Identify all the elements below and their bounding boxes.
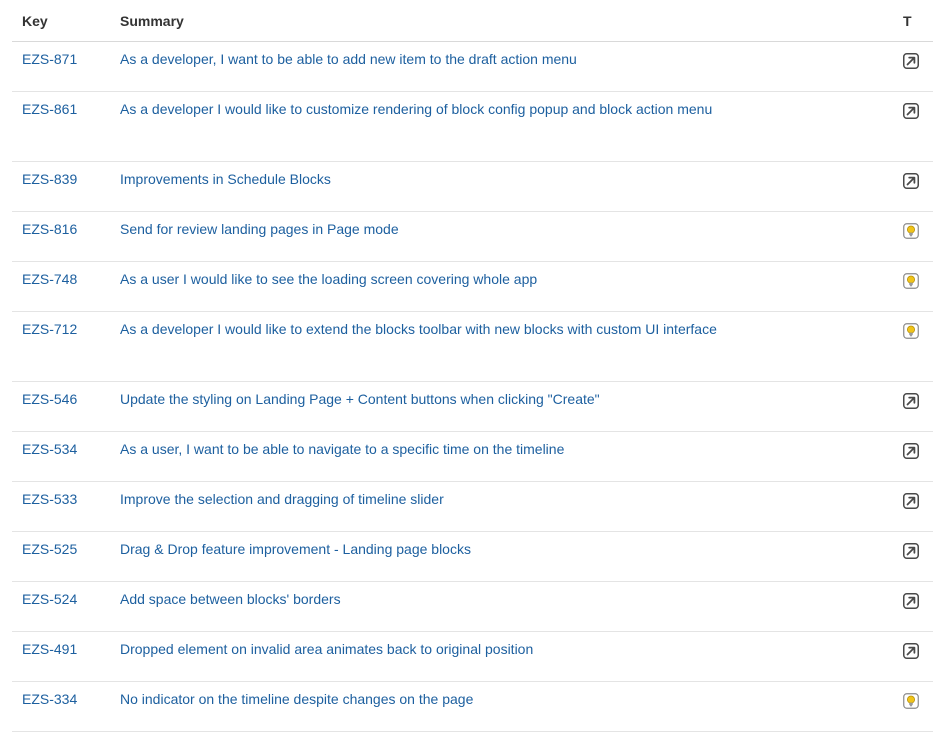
table-row: EZS-524 Add space between blocks' border…: [12, 581, 933, 632]
issue-key-cell: EZS-871: [12, 41, 110, 92]
table-header-row: Key Summary T: [12, 0, 933, 42]
issue-summary-link[interactable]: Add space between blocks' borders: [120, 591, 341, 607]
table-row: EZS-712 As a developer I would like to e…: [12, 311, 933, 382]
issue-summary-link[interactable]: As a developer I would like to customize…: [120, 101, 712, 117]
issue-key-cell: EZS-712: [12, 311, 110, 382]
idea-icon: [903, 323, 919, 339]
idea-icon: [903, 273, 919, 289]
issue-key-link[interactable]: EZS-839: [22, 171, 77, 187]
issue-key-link[interactable]: EZS-816: [22, 221, 77, 237]
issues-table: Key Summary T EZS-871 As a developer, I …: [12, 0, 933, 732]
issue-key-link[interactable]: EZS-524: [22, 591, 77, 607]
issues-table-body: EZS-871 As a developer, I want to be abl…: [12, 41, 933, 732]
issue-summary-cell: As a developer I would like to extend th…: [110, 311, 903, 382]
issue-key-link[interactable]: EZS-533: [22, 491, 77, 507]
issue-type-cell: [903, 631, 933, 682]
table-row: EZS-534 As a user, I want to be able to …: [12, 431, 933, 482]
table-row: EZS-748 As a user I would like to see th…: [12, 261, 933, 312]
table-row: EZS-839 Improvements in Schedule Blocks: [12, 161, 933, 212]
issue-summary-cell: As a developer, I want to be able to add…: [110, 41, 903, 92]
issue-key-cell: EZS-534: [12, 431, 110, 482]
issue-type-cell: [903, 431, 933, 482]
issue-key-cell: EZS-525: [12, 531, 110, 582]
issue-type-cell: [903, 581, 933, 632]
issue-type-cell: [903, 91, 933, 162]
issue-summary-cell: Dropped element on invalid area animates…: [110, 631, 903, 682]
issue-type-cell: [903, 211, 933, 262]
table-row: EZS-546 Update the styling on Landing Pa…: [12, 381, 933, 432]
column-header-summary[interactable]: Summary: [110, 0, 903, 42]
issue-summary-link[interactable]: As a user I would like to see the loadin…: [120, 271, 537, 287]
issue-type-cell: [903, 381, 933, 432]
table-row: EZS-533 Improve the selection and draggi…: [12, 481, 933, 532]
table-row: EZS-871 As a developer, I want to be abl…: [12, 41, 933, 92]
table-row: EZS-491 Dropped element on invalid area …: [12, 631, 933, 682]
issue-key-link[interactable]: EZS-534: [22, 441, 77, 457]
issue-summary-cell: As a user, I want to be able to navigate…: [110, 431, 903, 482]
improvement-icon: [903, 643, 919, 659]
issue-type-cell: [903, 311, 933, 382]
issue-key-cell: EZS-839: [12, 161, 110, 212]
issue-key-cell: EZS-491: [12, 631, 110, 682]
issue-summary-link[interactable]: As a user, I want to be able to navigate…: [120, 441, 564, 457]
issue-key-link[interactable]: EZS-871: [22, 51, 77, 67]
idea-icon: [903, 693, 919, 709]
improvement-icon: [903, 103, 919, 119]
issue-key-link[interactable]: EZS-546: [22, 391, 77, 407]
issue-type-cell: [903, 531, 933, 582]
table-row: EZS-334 No indicator on the timeline des…: [12, 681, 933, 732]
issue-key-cell: EZS-533: [12, 481, 110, 532]
issue-key-link[interactable]: EZS-748: [22, 271, 77, 287]
issue-type-cell: [903, 261, 933, 312]
issue-summary-link[interactable]: Dropped element on invalid area animates…: [120, 641, 533, 657]
improvement-icon: [903, 443, 919, 459]
issue-summary-cell: No indicator on the timeline despite cha…: [110, 681, 903, 732]
column-header-key[interactable]: Key: [12, 0, 110, 42]
issue-summary-cell: Update the styling on Landing Page + Con…: [110, 381, 903, 432]
issue-summary-link[interactable]: Improvements in Schedule Blocks: [120, 171, 331, 187]
improvement-icon: [903, 593, 919, 609]
issue-summary-link[interactable]: Improve the selection and dragging of ti…: [120, 491, 444, 507]
issue-summary-link[interactable]: No indicator on the timeline despite cha…: [120, 691, 473, 707]
issue-summary-cell: Send for review landing pages in Page mo…: [110, 211, 903, 262]
issue-summary-cell: Improvements in Schedule Blocks: [110, 161, 903, 212]
issue-key-cell: EZS-524: [12, 581, 110, 632]
issue-type-cell: [903, 681, 933, 732]
issue-type-cell: [903, 41, 933, 92]
column-header-type[interactable]: T: [903, 0, 933, 42]
issue-key-cell: EZS-546: [12, 381, 110, 432]
issue-key-link[interactable]: EZS-334: [22, 691, 77, 707]
issue-key-cell: EZS-334: [12, 681, 110, 732]
issue-type-cell: [903, 481, 933, 532]
idea-icon: [903, 223, 919, 239]
improvement-icon: [903, 393, 919, 409]
issue-summary-link[interactable]: As a developer, I want to be able to add…: [120, 51, 577, 67]
table-row: EZS-525 Drag & Drop feature improvement …: [12, 531, 933, 582]
table-row: EZS-861 As a developer I would like to c…: [12, 91, 933, 162]
issue-summary-cell: As a user I would like to see the loadin…: [110, 261, 903, 312]
improvement-icon: [903, 173, 919, 189]
issue-summary-link[interactable]: As a developer I would like to extend th…: [120, 321, 717, 337]
issue-summary-cell: Improve the selection and dragging of ti…: [110, 481, 903, 532]
issue-summary-cell: Add space between blocks' borders: [110, 581, 903, 632]
issue-key-cell: EZS-861: [12, 91, 110, 162]
table-row: EZS-816 Send for review landing pages in…: [12, 211, 933, 262]
issue-summary-link[interactable]: Drag & Drop feature improvement - Landin…: [120, 541, 471, 557]
issue-key-link[interactable]: EZS-861: [22, 101, 77, 117]
issue-summary-link[interactable]: Send for review landing pages in Page mo…: [120, 221, 399, 237]
issue-summary-cell: As a developer I would like to customize…: [110, 91, 903, 162]
issue-key-cell: EZS-748: [12, 261, 110, 312]
improvement-icon: [903, 493, 919, 509]
issue-type-cell: [903, 161, 933, 212]
issue-key-link[interactable]: EZS-525: [22, 541, 77, 557]
improvement-icon: [903, 53, 919, 69]
issue-key-link[interactable]: EZS-712: [22, 321, 77, 337]
issue-key-cell: EZS-816: [12, 211, 110, 262]
improvement-icon: [903, 543, 919, 559]
issue-key-link[interactable]: EZS-491: [22, 641, 77, 657]
issue-summary-cell: Drag & Drop feature improvement - Landin…: [110, 531, 903, 582]
issue-summary-link[interactable]: Update the styling on Landing Page + Con…: [120, 391, 600, 407]
